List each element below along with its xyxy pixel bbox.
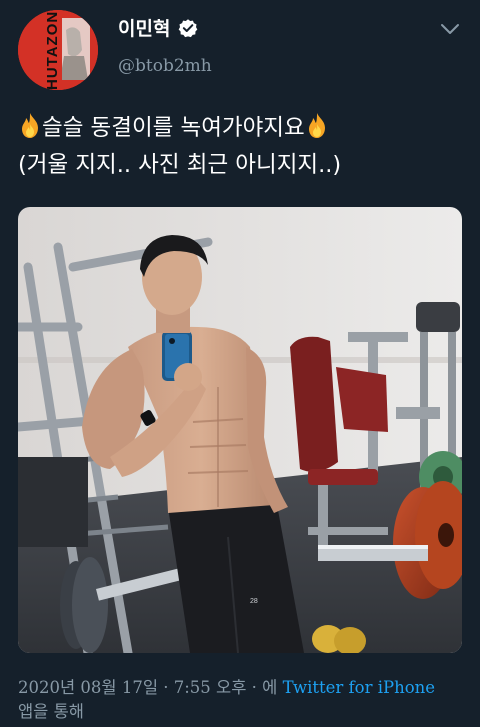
verified-badge-icon — [179, 18, 198, 37]
tweet-text-line1: 슬슬 동결이를 녹여가야지요 — [42, 115, 305, 141]
gym-selfie-image: 28 — [18, 207, 462, 653]
tweet-meta: 2020년 08월 17일 · 7:55 오후 · 에 Twitter for … — [18, 676, 468, 700]
timestamp[interactable]: 2020년 08월 17일 · 7:55 오후 · 에 — [18, 678, 283, 697]
avatar-text: HUTAZONE — [44, 10, 61, 90]
display-name[interactable]: 이민혁 — [118, 14, 170, 41]
tweet-text-line2: (거울 지지.. 사진 최근 아니지지..) — [18, 152, 342, 178]
fire-icon — [22, 113, 38, 138]
tweet-text: 슬슬 동결이를 녹여가야지요 (거울 지지.. 사진 최근 아니지지..) — [18, 110, 458, 184]
tweet-media-photo[interactable]: 28 — [18, 207, 462, 653]
source-link[interactable]: Twitter for iPhone — [283, 678, 435, 697]
handle[interactable]: @btob2mh — [118, 56, 212, 76]
fire-icon — [308, 113, 325, 138]
tweet: HUTAZONE 이민혁 @btob2mh 슬슬 동결이를 녹여가야지요 (거울… — [0, 0, 480, 727]
author-info[interactable]: 이민혁 — [118, 14, 198, 41]
avatar[interactable]: HUTAZONE — [18, 10, 98, 90]
source-suffix: 앱을 통해 — [18, 702, 84, 721]
shorts-number: 28 — [250, 598, 258, 605]
chevron-down-icon[interactable] — [440, 22, 460, 36]
